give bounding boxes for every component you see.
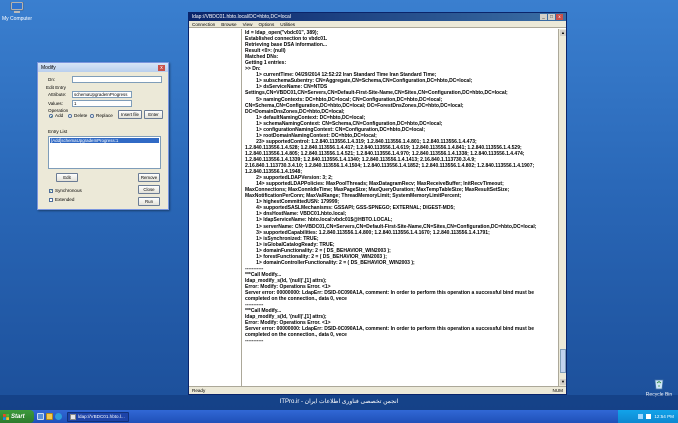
start-button[interactable]: Start: [0, 410, 34, 423]
scroll-thumb[interactable]: [560, 349, 566, 373]
recycle-bin-icon: [654, 379, 664, 390]
menu-bar: Connection Browse View Options Utilities: [189, 21, 566, 28]
list-item[interactable]: [Add]schemaUpgradeInProgress:1: [50, 138, 159, 143]
dialog-title-bar: Modify x: [38, 63, 168, 72]
windows-logo-icon: [3, 413, 9, 420]
close-icon[interactable]: x: [556, 14, 563, 20]
entry-list[interactable]: [Add]schemaUpgradeInProgress:1: [48, 136, 161, 169]
enter-button[interactable]: Enter: [144, 110, 163, 119]
network-icon[interactable]: [638, 414, 644, 419]
insert-file-button[interactable]: Insert file: [118, 110, 142, 119]
dn-label: Dn:: [48, 77, 56, 82]
op-add-label: Add: [55, 113, 64, 118]
show-desktop-icon[interactable]: [37, 413, 44, 420]
status-text: Ready: [192, 388, 206, 393]
close-button[interactable]: Close: [138, 185, 160, 194]
internet-explorer-icon[interactable]: [55, 413, 62, 420]
clock[interactable]: 12:54 PM: [654, 414, 674, 419]
computer-icon: [10, 2, 24, 13]
values-field[interactable]: 1: [72, 100, 132, 107]
edit-entry-label: Edit Entry: [46, 85, 66, 90]
op-add-radio[interactable]: [49, 114, 53, 118]
volume-icon[interactable]: [646, 414, 652, 419]
my-computer-shortcut[interactable]: My Computer: [2, 2, 32, 22]
synchronous-label: Synchronous: [55, 188, 82, 193]
num-lock-indicator: NUM: [552, 388, 563, 393]
start-label: Start: [11, 413, 25, 420]
menu-options[interactable]: Options: [258, 22, 274, 27]
dialog-title: Modify: [41, 64, 56, 71]
status-bar: Ready NUM: [189, 386, 566, 394]
menu-view[interactable]: View: [243, 22, 253, 27]
scroll-down-icon[interactable]: ▼: [560, 379, 566, 385]
dn-field[interactable]: [72, 76, 162, 83]
extended-checkbox[interactable]: [49, 198, 53, 202]
synchronous-checkbox[interactable]: [49, 188, 53, 193]
menu-connection[interactable]: Connection: [192, 22, 215, 27]
taskbar: Start ldap://VBDC01.hbto.l... 12:54 PM: [0, 410, 678, 423]
window-title: ldap://VBDC01.hbto.local/DC=hbto,DC=loca…: [192, 14, 291, 20]
entry-list-label: Entry List: [48, 129, 68, 134]
output-line: 1> serverName: CN=VBDC01,CN=Servers,CN=D…: [245, 223, 537, 230]
explorer-icon[interactable]: [46, 413, 53, 420]
op-delete-radio[interactable]: [68, 114, 72, 118]
output-pane[interactable]: ld = ldap_open("vbdc01", 389); Establishe…: [243, 29, 559, 386]
op-replace-label: Replace: [96, 113, 113, 118]
maximize-icon[interactable]: □: [548, 14, 555, 20]
window-title-bar: ldap://VBDC01.hbto.local/DC=hbto,DC=loca…: [189, 13, 566, 21]
system-tray: 12:54 PM: [618, 410, 678, 423]
minimize-icon[interactable]: _: [540, 14, 547, 20]
ldp-window: ldap://VBDC01.hbto.local/DC=hbto,DC=loca…: [188, 12, 567, 395]
menu-utilities[interactable]: Utilities: [280, 22, 295, 27]
quick-launch: [37, 413, 62, 420]
ldp-app-icon: [70, 413, 76, 420]
modify-dialog: Modify x Dn: Edit Entry Attribute: schem…: [37, 62, 169, 210]
edit-button[interactable]: Edit: [56, 173, 78, 182]
output-line: -----------: [245, 338, 264, 345]
scroll-up-icon[interactable]: ▲: [560, 30, 566, 36]
extended-label: Extended: [55, 197, 75, 202]
taskbar-item-ldp[interactable]: ldap://VBDC01.hbto.l...: [67, 411, 129, 422]
op-delete-label: Delete: [74, 113, 88, 118]
attribute-label: Attribute:: [48, 92, 67, 97]
vertical-scrollbar[interactable]: ▲ ▼: [558, 29, 566, 386]
run-button[interactable]: Run: [138, 197, 160, 206]
tree-pane[interactable]: [190, 29, 242, 386]
window-controls: _ □ x: [540, 14, 563, 20]
attribute-field[interactable]: schemaUpgradeInProgress: [72, 91, 132, 98]
remove-button[interactable]: Remove: [138, 173, 160, 182]
taskbar-item-label: ldap://VBDC01.hbto.l...: [78, 413, 125, 419]
menu-browse[interactable]: Browse: [221, 22, 236, 27]
close-icon[interactable]: x: [158, 64, 165, 71]
op-replace-radio[interactable]: [90, 114, 94, 118]
my-computer-label: My Computer: [2, 16, 33, 22]
watermark-banner: ITPro.ir - انجمن تخصصی فناوری اطلاعات ای…: [0, 395, 678, 410]
values-label: Values:: [48, 101, 63, 106]
